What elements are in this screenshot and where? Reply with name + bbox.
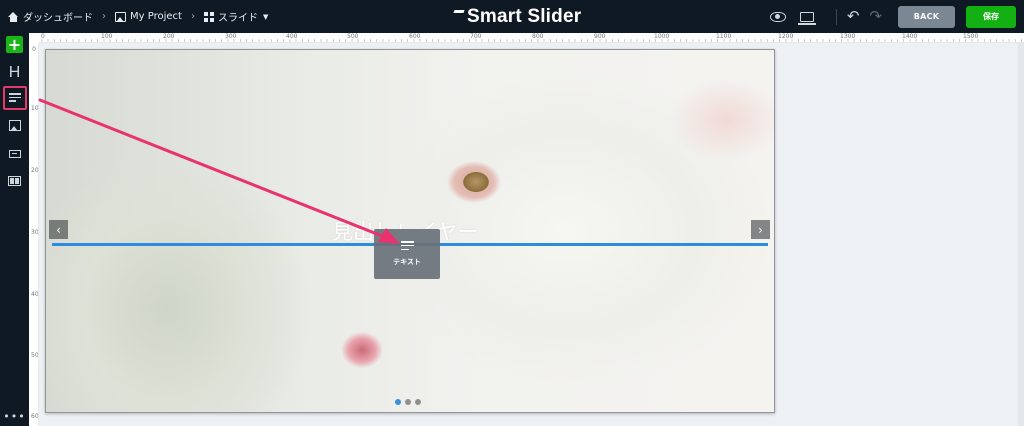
dragged-text-layer[interactable]: テキスト (374, 229, 440, 279)
next-arrow-button[interactable]: › (751, 220, 770, 239)
ruler-left-label: 0 (32, 46, 36, 53)
chevron-right-icon: › (102, 11, 106, 22)
heading-icon: H (8, 63, 21, 81)
ruler-left[interactable]: 0 100 200 300 400 500 600 (29, 43, 39, 426)
text-layer-button[interactable] (3, 86, 27, 110)
breadcrumb-project[interactable]: My Project (115, 11, 182, 22)
ruler-left-label: 100 (31, 105, 39, 112)
text-lines-icon (9, 93, 21, 103)
breadcrumb-dashboard-label: ダッシュボード (23, 13, 93, 24)
bullet-dot[interactable] (395, 399, 401, 405)
ruler-top-label: 1000 (654, 33, 670, 40)
ruler-left-label: 500 (31, 352, 39, 359)
ruler-top-label: 500 (347, 33, 359, 40)
chevron-right-icon: › (190, 11, 195, 22)
ruler-left-label: 200 (31, 167, 39, 174)
laptop-icon[interactable] (797, 11, 816, 25)
image-layer-button[interactable] (4, 115, 25, 136)
top-bar: ダッシュボード › My Project › スライド ▼ Smart Slid… (0, 0, 1024, 33)
back-button[interactable]: BACK (898, 5, 955, 28)
dragged-layer-label: テキスト (393, 258, 421, 266)
ruler-top-label: 1100 (716, 33, 732, 40)
bullet-dot[interactable] (415, 399, 421, 405)
breadcrumb-dashboard[interactable]: ダッシュボード (8, 9, 93, 24)
text-lines-icon (400, 241, 414, 251)
breadcrumb-project-label: My Project (130, 11, 182, 22)
breadcrumb: ダッシュボード › My Project › スライド ▼ (8, 0, 268, 33)
ruler-top-label: 1200 (778, 33, 794, 40)
undo-icon[interactable]: ↶ (847, 9, 860, 24)
bullet-dot[interactable] (405, 399, 411, 405)
ruler-top-label: 600 (409, 33, 421, 40)
ruler-top-label: 300 (225, 33, 237, 40)
heading-layer-button[interactable]: H (4, 62, 25, 83)
row-icon (8, 175, 21, 186)
breadcrumb-slider[interactable]: スライド ▼ (203, 9, 269, 24)
image-icon (8, 120, 21, 131)
ruler-top-label: 100 (101, 33, 113, 40)
prev-arrow-button[interactable]: ‹ (49, 220, 68, 239)
ruler-top-label: 1300 (840, 33, 856, 40)
save-button[interactable]: 保存 (966, 5, 1016, 28)
toolbar-divider (835, 8, 837, 25)
ruler-top-ticks (29, 39, 1024, 42)
slide-bullets (395, 399, 421, 405)
eye-icon[interactable] (769, 11, 786, 22)
add-layer-button[interactable]: + (6, 36, 23, 53)
button-layer-button[interactable] (4, 143, 25, 164)
redo-icon[interactable]: ↷ (869, 9, 882, 24)
ruler-top[interactable]: 0 100 200 300 400 500 600 700 800 900 10… (29, 33, 1024, 43)
app-logo-text: Smart Slider (467, 6, 582, 27)
button-icon (8, 149, 21, 158)
grid-icon (203, 11, 214, 22)
ruler-top-label: 900 (594, 33, 606, 40)
row-layer-button[interactable] (4, 170, 25, 191)
ruler-top-label: 800 (532, 33, 544, 40)
logo-mark-icon (453, 8, 465, 26)
home-icon (8, 11, 19, 22)
ruler-top-label: 0 (41, 33, 45, 40)
ruler-corner (29, 33, 39, 43)
layer-sidebar: + H ••• (0, 33, 29, 426)
breadcrumb-slider-label: スライド (217, 13, 258, 24)
ruler-top-label: 1400 (902, 33, 918, 40)
ruler-left-label: 600 (31, 413, 39, 420)
caret-down-icon: ▼ (262, 12, 269, 21)
ruler-top-label: 1500 (963, 33, 979, 40)
toolbar-right: ↶ ↷ BACK 保存 (769, 0, 1024, 33)
plus-icon: + (7, 34, 22, 54)
ruler-top-label: 700 (470, 33, 482, 40)
ruler-left-label: 400 (31, 291, 39, 298)
image-icon (115, 11, 126, 22)
app-logo: Smart Slider (453, 5, 581, 29)
more-icon[interactable]: ••• (3, 406, 25, 426)
vertical-scrollbar[interactable] (1018, 43, 1024, 426)
ruler-left-label: 300 (31, 229, 39, 236)
ruler-top-label: 400 (286, 33, 298, 40)
ruler-top-label: 200 (163, 33, 175, 40)
